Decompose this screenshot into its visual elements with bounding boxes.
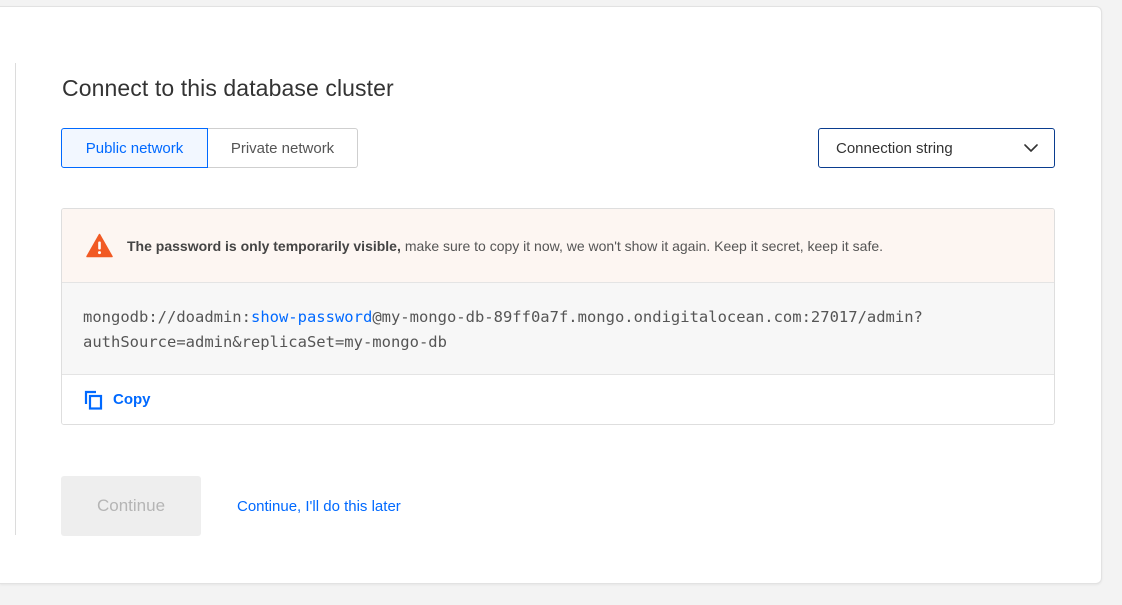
warning-bold: The password is only temporarily visible… [127,237,401,254]
connection-format-select[interactable]: Connection string [818,128,1055,168]
copy-row: Copy [62,375,1054,424]
tab-public-network[interactable]: Public network [61,128,208,168]
continue-button[interactable]: Continue [61,476,201,536]
connection-line-2: authSource=admin&replicaSet=my-mongo-db [83,333,447,351]
continue-later-link[interactable]: Continue, I'll do this later [237,498,401,515]
tab-label: Private network [230,139,335,157]
tab-private-network[interactable]: Private network [208,128,358,168]
conn-host: @my-mongo-db-89ff0a7f.mongo.ondigitaloce… [372,308,923,326]
warning-text: The password is only temporarily visible… [127,238,883,254]
warning-detail: make sure to copy it now, we won't show … [404,237,884,254]
select-value: Connection string [836,139,953,157]
conn-prefix: mongodb://doadmin: [83,308,251,326]
password-warning: The password is only temporarily visible… [62,209,1054,283]
warning-triangle-icon [86,233,113,258]
tab-label: Public network [85,139,184,157]
chevron-down-icon [1024,143,1038,153]
connection-line-1: mongodb://doadmin:show-password@my-mongo… [83,305,1033,330]
page-title: Connect to this database cluster [62,75,394,101]
copy-label: Copy [113,391,151,408]
copy-button[interactable]: Copy [84,390,151,410]
connection-panel: The password is only temporarily visible… [61,208,1055,425]
show-password-link[interactable]: show-password [251,308,372,326]
connect-card: Connect to this database cluster Public … [0,6,1102,584]
copy-icon [84,390,113,410]
divider [15,63,16,535]
network-toggle: Public network Private network [61,128,358,168]
connection-string: mongodb://doadmin:show-password@my-mongo… [62,283,1054,375]
